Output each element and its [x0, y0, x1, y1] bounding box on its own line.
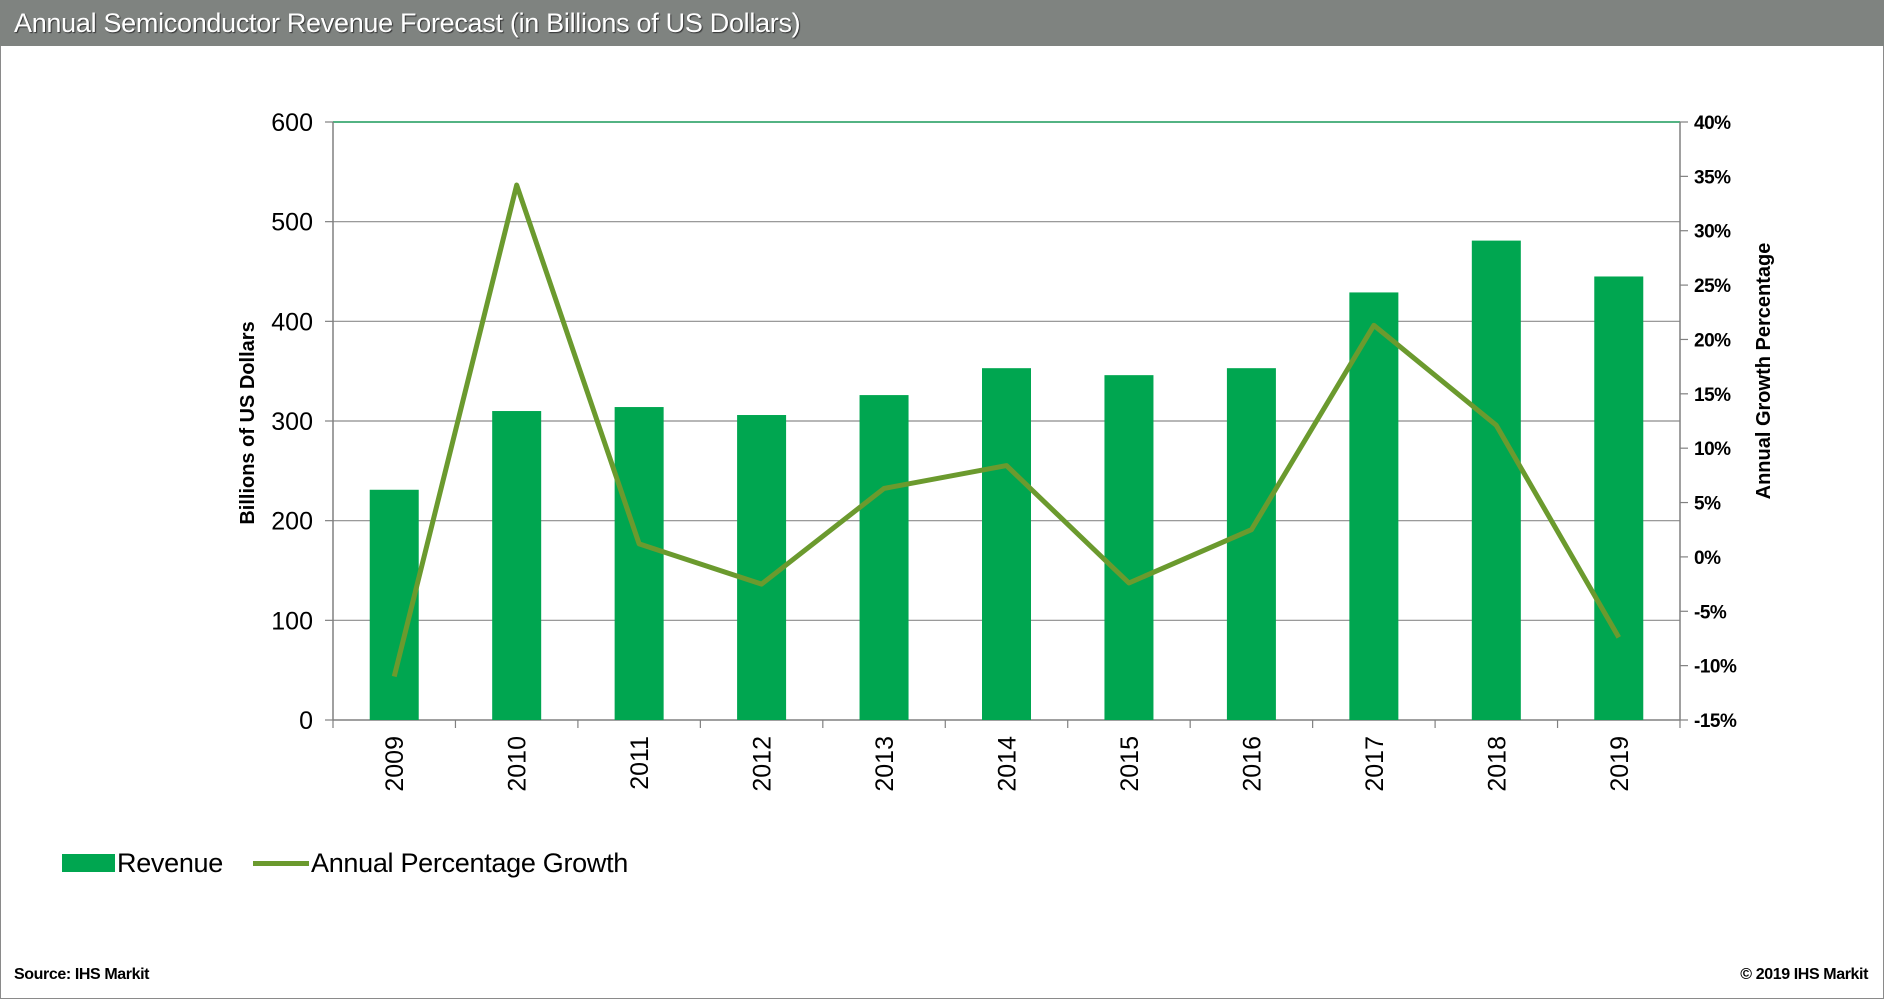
x-tick-label: 2012 [749, 736, 777, 792]
y2-tick-label: 35% [1694, 167, 1731, 188]
y-axis-title: Billions of US Dollars [237, 321, 259, 524]
x-tick-label: 2010 [504, 736, 532, 792]
x-tick-label: 2019 [1606, 736, 1634, 792]
y-tick-label: 300 [271, 408, 313, 436]
x-tick-label: 2013 [871, 736, 899, 792]
y2-tick-label: 30% [1694, 222, 1731, 243]
y-tick-label: 600 [271, 109, 313, 137]
y2-tick-label: -5% [1694, 602, 1727, 623]
y2-tick-label: 20% [1694, 330, 1731, 351]
copyright-note: © 2019 IHS Markit [1740, 966, 1868, 983]
x-tick-label: 2015 [1116, 736, 1144, 792]
y2-axis-title: Annual Growth Percentage [1753, 243, 1775, 500]
x-tick-label: 2009 [381, 736, 409, 792]
x-tick-label: 2011 [626, 736, 654, 790]
bar-revenue-2018 [1471, 240, 1521, 720]
y-tick-label: 500 [271, 209, 313, 237]
y-tick-label: 400 [271, 308, 313, 336]
legend-swatch-revenue [62, 854, 115, 872]
y2-tick-label: 25% [1694, 276, 1731, 297]
legend-item-revenue: Revenue [62, 848, 223, 879]
y2-tick-label: -10% [1694, 657, 1737, 678]
legend: Revenue Annual Percentage Growth [62, 848, 628, 878]
y-tick-label: 100 [271, 607, 313, 635]
y-tick-label: 0 [299, 707, 313, 735]
bar-revenue-2012 [737, 415, 787, 720]
bar-revenue-2019 [1594, 276, 1644, 720]
bar-revenue-2010 [492, 411, 542, 720]
legend-label-growth: Annual Percentage Growth [310, 847, 628, 878]
legend-item-growth: Annual Percentage Growth [252, 847, 628, 879]
legend-label-revenue: Revenue [117, 847, 223, 878]
bar-revenue-2013 [859, 395, 909, 720]
y2-tick-label: 5% [1694, 494, 1721, 515]
y-tick-label: 200 [271, 508, 313, 536]
legend-swatch-growth [252, 860, 309, 866]
y2-tick-label: 15% [1694, 385, 1731, 406]
source-note: Source: IHS Markit [14, 966, 150, 983]
bar-revenue-2015 [1104, 375, 1154, 720]
y2-tick-label: 10% [1694, 439, 1731, 460]
x-tick-label: 2014 [994, 736, 1022, 792]
x-tick-label: 2016 [1238, 736, 1266, 792]
y2-tick-label: 0% [1694, 548, 1721, 569]
bar-revenue-2011 [614, 407, 664, 720]
y2-tick-label: 40% [1694, 113, 1731, 134]
x-tick-label: 2018 [1483, 736, 1511, 792]
bar-revenue-2014 [982, 368, 1031, 720]
bar-revenue-2016 [1226, 368, 1276, 720]
x-tick-label: 2017 [1361, 736, 1389, 792]
y2-tick-label: -15% [1694, 711, 1737, 732]
